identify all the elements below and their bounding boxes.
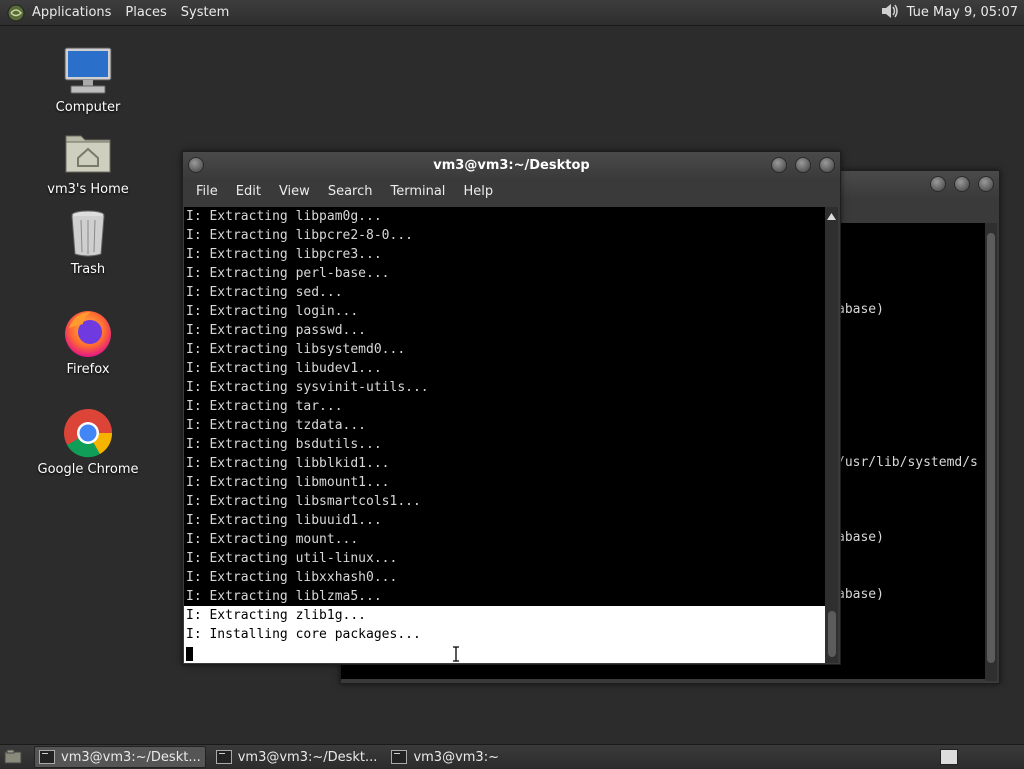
back-scrollbar-thumb[interactable] — [987, 233, 995, 663]
terminal-line: I: Extracting libxxhash0... — [186, 570, 398, 585]
maximize-button[interactable] — [795, 157, 811, 173]
scroll-up-arrow-icon[interactable] — [827, 209, 836, 224]
terminal-line: I: Extracting tar... — [186, 399, 343, 414]
terminal-line: I: Extracting perl-base... — [186, 266, 390, 281]
terminal-line: I: Extracting tzdata... — [186, 418, 367, 433]
task-label: vm3@vm3:~/Deskt... — [61, 749, 201, 765]
terminal-line: I: Extracting util-linux... — [186, 551, 398, 566]
terminal-line: I: Extracting zlib1g... — [184, 606, 825, 625]
terminal-line: /usr/lib/systemd/s — [837, 455, 978, 470]
terminal-line: I: Extracting login... — [186, 304, 359, 319]
text-cursor-icon — [452, 646, 460, 663]
desktop-icon-label: Trash — [70, 262, 106, 277]
minimize-button[interactable] — [771, 157, 787, 173]
show-desktop-icon[interactable] — [4, 749, 22, 765]
terminal-line: I: Extracting libuuid1... — [186, 513, 382, 528]
menu-help[interactable]: Help — [454, 184, 502, 199]
trash-icon — [61, 206, 115, 260]
menu-terminal[interactable]: Terminal — [381, 184, 454, 199]
terminal-line: abase) — [837, 530, 884, 545]
front-terminal-window[interactable]: vm3@vm3:~/Desktop File Edit View Search … — [182, 151, 841, 665]
mate-logo-icon[interactable] — [6, 3, 26, 23]
top-panel: Applications Places System Tue May 9, 05… — [0, 0, 1024, 26]
terminal-line: I: Extracting libpcre3... — [186, 247, 382, 262]
terminal-line: I: Extracting libmount1... — [186, 475, 390, 490]
firefox-icon — [61, 306, 115, 360]
applications-menu[interactable]: Applications — [32, 5, 111, 20]
clock[interactable]: Tue May 9, 05:07 — [907, 5, 1018, 20]
terminal-line: I: Extracting sysvinit-utils... — [186, 380, 429, 395]
terminal-line: I: Installing core packages... — [184, 625, 825, 644]
task-label: vm3@vm3:~ — [413, 749, 499, 765]
minimize-button[interactable] — [930, 176, 946, 192]
desktop-icon-home[interactable]: vm3's Home — [28, 126, 148, 197]
desktop-icon-label: Firefox — [66, 362, 110, 377]
system-menu[interactable]: System — [181, 5, 229, 20]
task-button-2[interactable]: vm3@vm3:~/Deskt... — [212, 747, 382, 767]
task-button-1[interactable]: vm3@vm3:~/Deskt... — [34, 746, 206, 768]
desktop-icon-firefox[interactable]: Firefox — [28, 306, 148, 377]
menu-view[interactable]: View — [270, 184, 319, 199]
terminal-line: I: Extracting sed... — [186, 285, 343, 300]
terminal-icon — [391, 750, 408, 764]
terminal-line: I: Extracting mount... — [186, 532, 359, 547]
front-window-titlebar[interactable]: vm3@vm3:~/Desktop — [183, 152, 840, 178]
menu-edit[interactable]: Edit — [227, 184, 270, 199]
task-button-3[interactable]: vm3@vm3:~ — [387, 747, 503, 767]
terminal-line: I: Extracting libblkid1... — [186, 456, 390, 471]
desktop-icon-label: vm3's Home — [47, 182, 129, 197]
desktop-icon-label: Google Chrome — [37, 462, 139, 477]
workspace-switcher[interactable] — [940, 749, 958, 765]
places-menu[interactable]: Places — [125, 5, 166, 20]
terminal-lines: I: Extracting libpam0g... I: Extracting l… — [184, 207, 825, 644]
desktop-icon-trash[interactable]: Trash — [28, 206, 148, 277]
selected-prompt-line — [184, 644, 825, 663]
scrollbar-thumb[interactable] — [828, 611, 836, 657]
terminal-line: I: Extracting libpcre2-8-0... — [186, 228, 413, 243]
terminal-line: I: Extracting libsystemd0... — [186, 342, 406, 357]
terminal-icon — [39, 750, 55, 764]
taskbar: vm3@vm3:~/Deskt... vm3@vm3:~/Deskt... vm… — [0, 744, 1024, 769]
close-button[interactable] — [978, 176, 994, 192]
speaker-icon[interactable] — [879, 1, 901, 25]
back-scrollbar[interactable] — [985, 223, 997, 681]
terminal-cursor — [186, 647, 193, 661]
desktop-icon-computer[interactable]: Computer — [28, 44, 148, 115]
terminal-line: I: Extracting libudev1... — [186, 361, 382, 376]
terminal-icon — [215, 750, 232, 764]
home-folder-icon — [61, 126, 115, 180]
computer-icon — [61, 44, 115, 98]
close-button[interactable] — [819, 157, 835, 173]
task-label: vm3@vm3:~/Deskt... — [237, 749, 378, 765]
window-title: vm3@vm3:~/Desktop — [433, 157, 590, 173]
terminal-line: abase) — [837, 302, 884, 317]
window-menu-button[interactable] — [188, 157, 204, 173]
terminal-scrollbar[interactable] — [825, 207, 838, 663]
menu-file[interactable]: File — [187, 184, 227, 199]
terminal-line: I: Extracting liblzma5... — [186, 589, 382, 604]
desktop-icon-chrome[interactable]: Google Chrome — [28, 406, 148, 477]
terminal-line: abase) — [837, 587, 884, 602]
desktop-icon-label: Computer — [55, 100, 121, 115]
chrome-icon — [61, 406, 115, 460]
terminal-output[interactable]: I: Extracting libpam0g... I: Extracting l… — [184, 207, 825, 663]
terminal-line: I: Extracting bsdutils... — [186, 437, 382, 452]
terminal-line: I: Extracting libsmartcols1... — [186, 494, 421, 509]
maximize-button[interactable] — [954, 176, 970, 192]
menu-search[interactable]: Search — [319, 184, 382, 199]
terminal-line: I: Extracting libpam0g... — [186, 209, 382, 224]
terminal-menubar: File Edit View Search Terminal Help — [183, 178, 840, 204]
terminal-line: I: Extracting passwd... — [186, 323, 367, 338]
